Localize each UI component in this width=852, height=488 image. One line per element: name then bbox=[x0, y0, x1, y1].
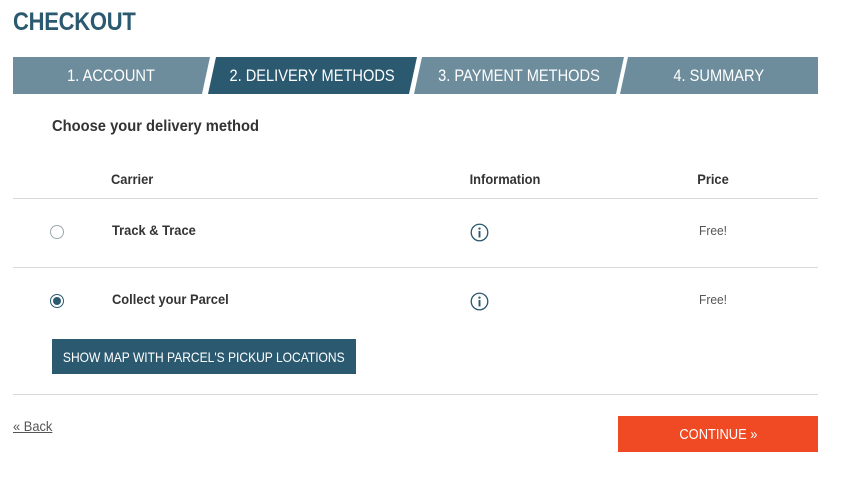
step-label: 2. DELIVERY METHODS bbox=[229, 65, 396, 85]
column-header-price: Price bbox=[697, 171, 729, 187]
step-label: 3. PAYMENT METHODS bbox=[438, 65, 600, 85]
column-header-carrier: Carrier bbox=[111, 171, 154, 187]
column-header-information: Information bbox=[469, 171, 541, 187]
delivery-heading: Choose your delivery method bbox=[52, 118, 259, 135]
page-title: CHECKOUT bbox=[13, 8, 136, 36]
delivery-option-radio[interactable] bbox=[50, 225, 64, 239]
delivery-option-radio[interactable] bbox=[50, 294, 64, 308]
delivery-option-row[interactable]: Collect your Parcel Free! bbox=[13, 268, 818, 336]
step-label: 4. SUMMARY bbox=[673, 65, 765, 85]
step-payment-methods[interactable]: 3. PAYMENT METHODS bbox=[414, 57, 624, 94]
show-map-button[interactable]: SHOW MAP WITH PARCEL'S PICKUP LOCATIONS bbox=[52, 339, 356, 374]
step-delivery-methods[interactable]: 2. DELIVERY METHODS bbox=[208, 57, 417, 94]
back-link[interactable]: « Back bbox=[13, 418, 52, 434]
show-map-button-label: SHOW MAP WITH PARCEL'S PICKUP LOCATIONS bbox=[63, 348, 345, 365]
step-summary[interactable]: 4. SUMMARY bbox=[620, 57, 818, 94]
footer-divider bbox=[13, 394, 818, 395]
step-label: 1. ACCOUNT bbox=[67, 65, 156, 85]
info-circle-icon[interactable] bbox=[470, 292, 489, 311]
continue-button[interactable]: CONTINUE » bbox=[618, 416, 818, 452]
info-circle-icon[interactable] bbox=[470, 223, 489, 242]
carrier-name: Collect your Parcel bbox=[112, 291, 229, 307]
step-account[interactable]: 1. ACCOUNT bbox=[13, 57, 210, 94]
delivery-price: Free! bbox=[699, 223, 727, 238]
delivery-option-row[interactable]: Track & Trace Free! bbox=[13, 199, 818, 267]
delivery-price: Free! bbox=[699, 292, 727, 307]
continue-button-label: CONTINUE » bbox=[678, 425, 758, 443]
carrier-name: Track & Trace bbox=[112, 222, 196, 238]
checkout-steps: 1. ACCOUNT 2. DELIVERY METHODS 3. PAYMEN… bbox=[13, 57, 818, 94]
